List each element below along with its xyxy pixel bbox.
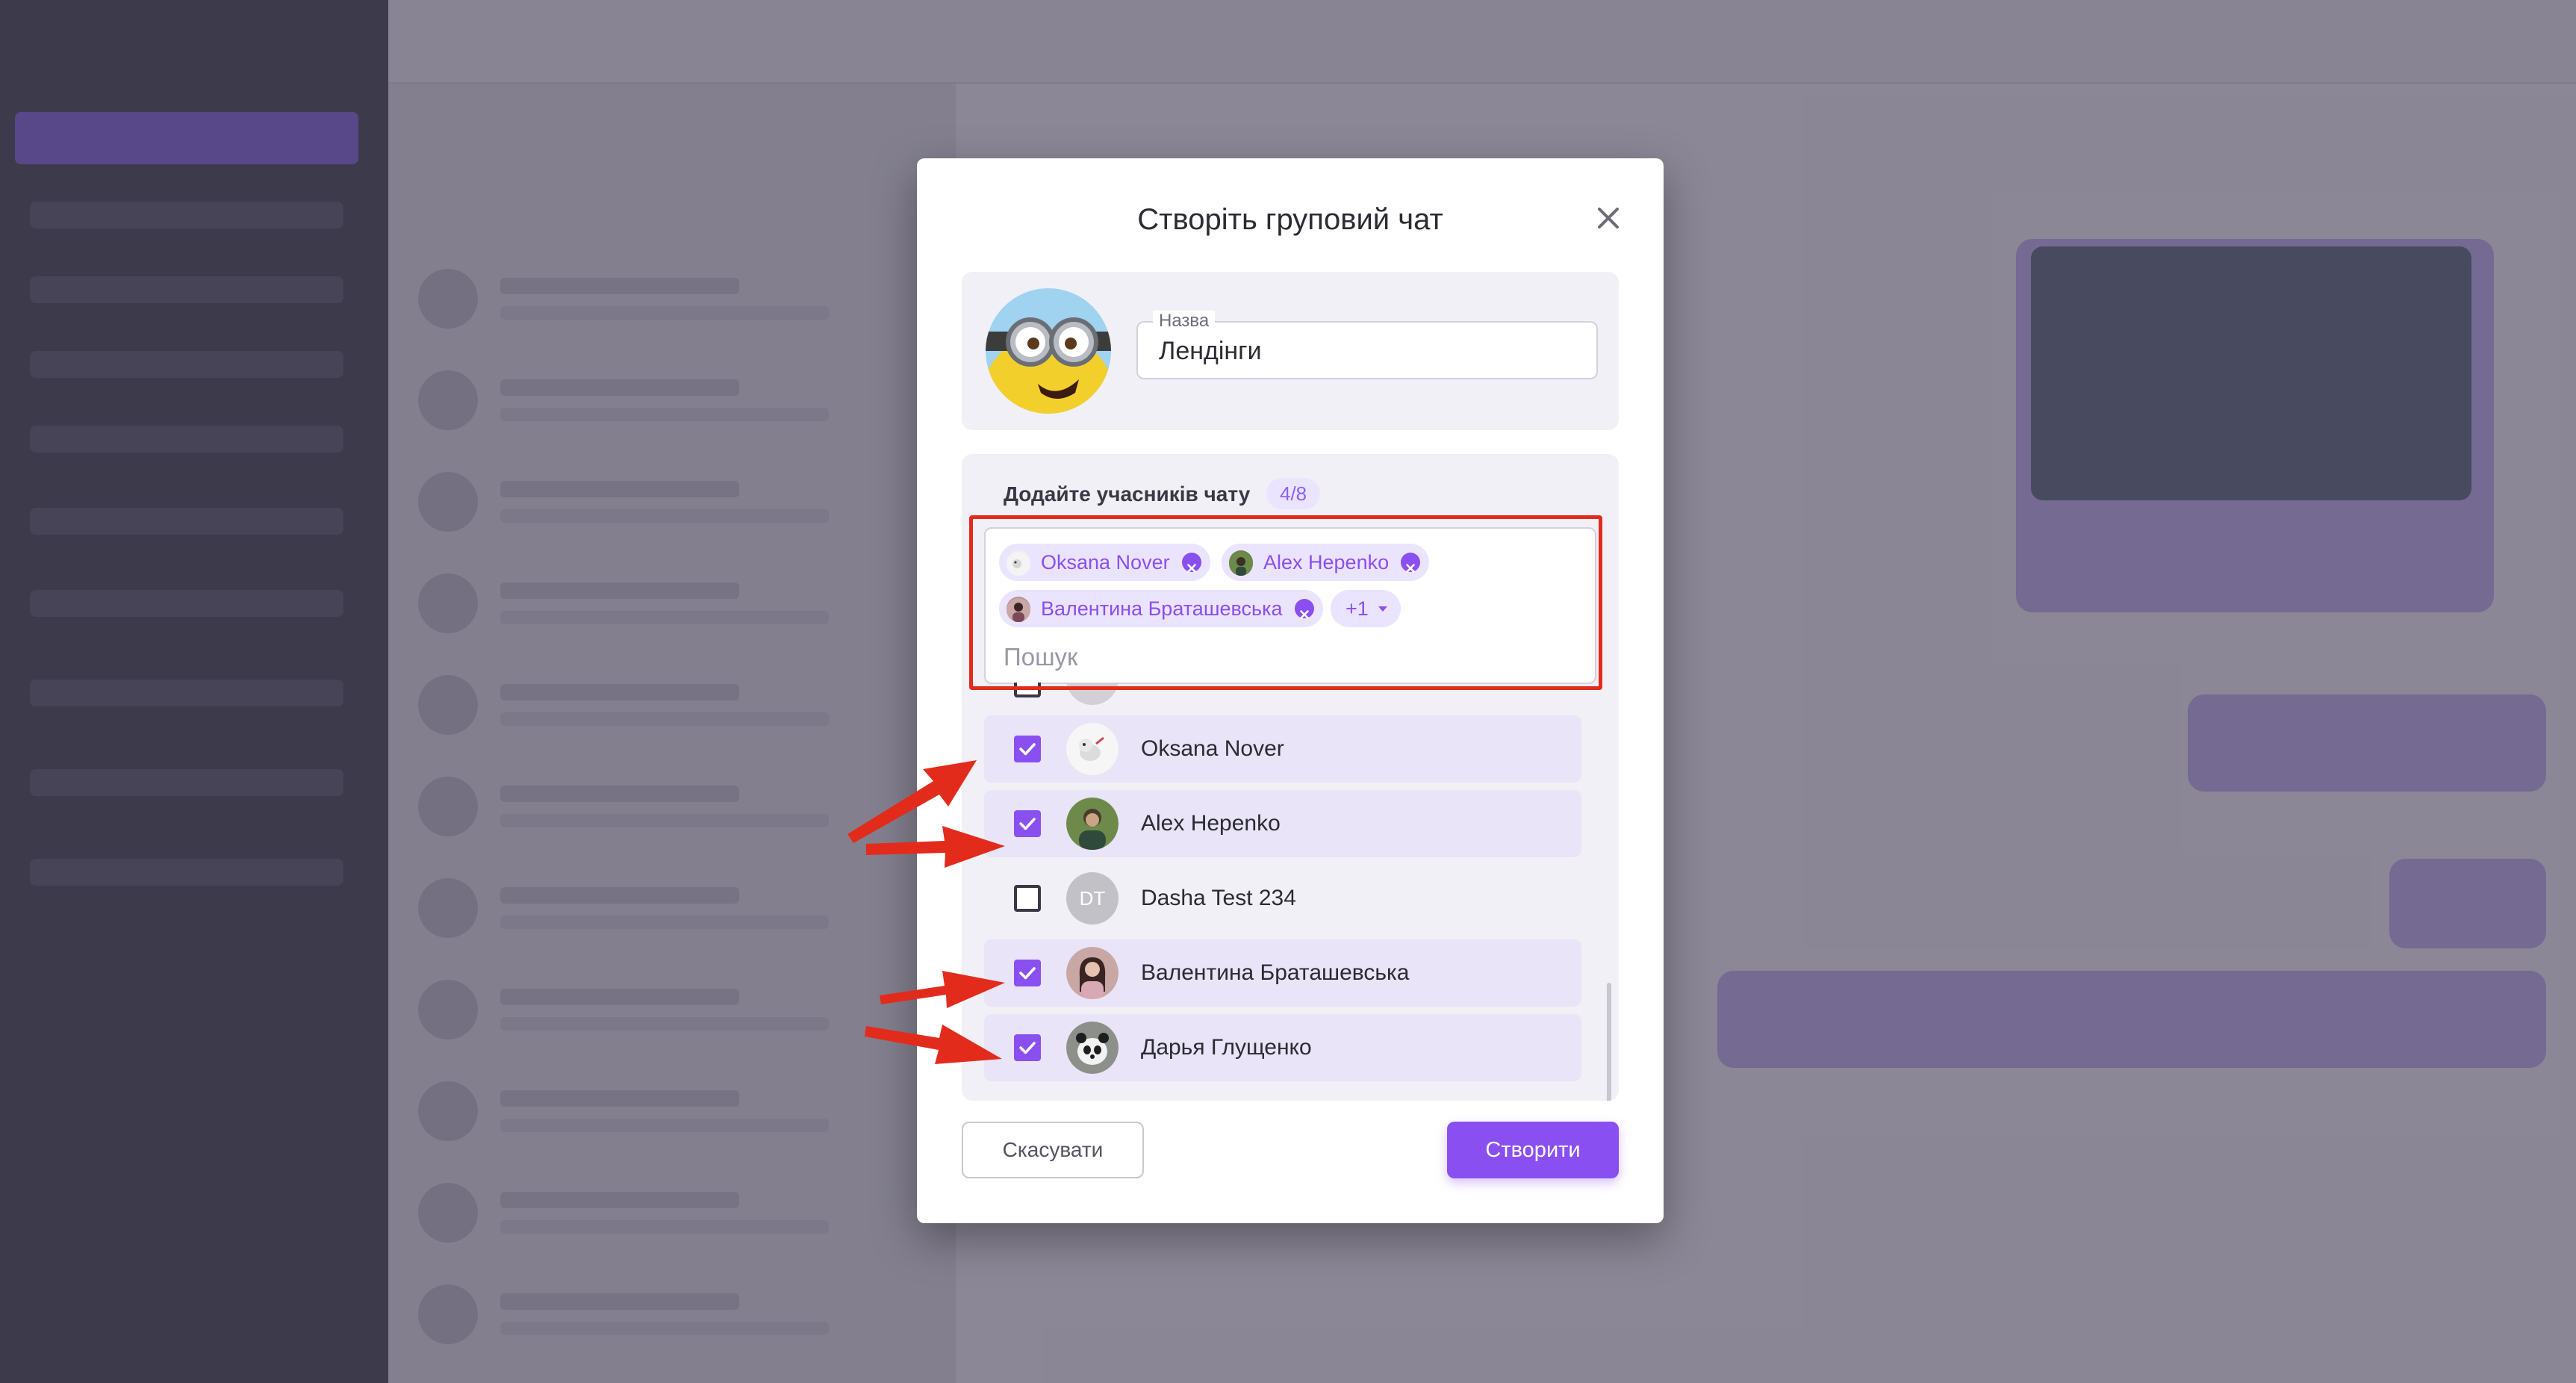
chip-avatar bbox=[1007, 550, 1030, 576]
chip-avatar bbox=[1229, 550, 1253, 576]
remove-chip-icon[interactable] bbox=[1294, 599, 1314, 619]
more-members-label: +1 bbox=[1345, 597, 1369, 620]
member-name: Валентина Браташевська bbox=[1141, 960, 1410, 985]
group-name-label: Назва bbox=[1153, 311, 1216, 332]
member-checkbox[interactable] bbox=[1014, 810, 1041, 837]
member-avatar bbox=[1066, 798, 1119, 850]
chip-label: Alex Hepenko bbox=[1263, 551, 1390, 574]
member-checkbox[interactable] bbox=[1014, 885, 1041, 912]
member-row-partial[interactable] bbox=[984, 683, 1581, 712]
modal-title: Створіть груповий чат bbox=[1137, 203, 1443, 236]
member-name: Alex Hepenko bbox=[1141, 811, 1281, 836]
chip-avatar bbox=[1007, 597, 1030, 622]
close-icon[interactable] bbox=[1589, 199, 1628, 237]
member-avatar bbox=[1066, 947, 1119, 999]
member-row[interactable]: DT Dasha Test 234 bbox=[984, 865, 1581, 932]
member-avatar bbox=[1066, 1022, 1119, 1074]
group-name-card: Назва bbox=[962, 272, 1619, 430]
chip-label: Валентина Браташевська bbox=[1041, 597, 1283, 620]
more-members-button[interactable]: +1 bbox=[1331, 590, 1401, 627]
group-name-input[interactable] bbox=[1157, 333, 1578, 369]
create-button[interactable]: Створити bbox=[1447, 1122, 1619, 1178]
member-chip: Oksana Nover bbox=[999, 544, 1210, 581]
member-list-scrollbar[interactable] bbox=[1607, 983, 1611, 1101]
member-checkbox[interactable] bbox=[1014, 683, 1041, 697]
members-card: Додайте учасників чату 4/8 Oksana Nover … bbox=[962, 454, 1619, 1101]
member-checkbox[interactable] bbox=[1014, 1034, 1041, 1061]
member-avatar bbox=[1066, 723, 1119, 775]
member-row[interactable]: Alex Hepenko bbox=[984, 790, 1581, 857]
member-avatar bbox=[1066, 683, 1119, 705]
group-name-field[interactable]: Назва bbox=[1136, 311, 1598, 379]
member-checkbox[interactable] bbox=[1014, 736, 1041, 762]
member-chip: Alex Hepenko bbox=[1222, 544, 1430, 581]
caret-down-icon bbox=[1378, 606, 1387, 612]
group-avatar[interactable] bbox=[986, 288, 1111, 414]
remove-chip-icon[interactable] bbox=[1401, 553, 1421, 573]
create-group-chat-modal: Створіть груповий чат Назва Додайте у bbox=[917, 158, 1664, 1223]
cancel-button[interactable]: Скасувати bbox=[962, 1122, 1144, 1178]
member-row[interactable]: Дарья Глущенко bbox=[984, 1014, 1581, 1081]
member-row[interactable]: Валентина Браташевська bbox=[984, 939, 1581, 1007]
selected-members-box[interactable]: Oksana Nover Alex Hepenko Валентина Брат bbox=[984, 527, 1596, 684]
member-chip: Валентина Браташевська bbox=[999, 590, 1323, 627]
member-name: Dasha Test 234 bbox=[1141, 886, 1296, 910]
chip-label: Oksana Nover bbox=[1041, 551, 1170, 574]
member-search-input[interactable] bbox=[1002, 639, 1572, 675]
member-name: Oksana Nover bbox=[1141, 736, 1284, 761]
member-avatar-initials: DT bbox=[1066, 872, 1119, 924]
member-row[interactable]: Oksana Nover bbox=[984, 715, 1581, 783]
members-heading: Додайте учасників чату bbox=[1004, 482, 1251, 506]
member-name: Дарья Глущенко bbox=[1141, 1035, 1312, 1060]
members-count-badge: 4/8 bbox=[1266, 478, 1321, 509]
remove-chip-icon[interactable] bbox=[1181, 553, 1201, 573]
member-checkbox[interactable] bbox=[1014, 960, 1041, 986]
